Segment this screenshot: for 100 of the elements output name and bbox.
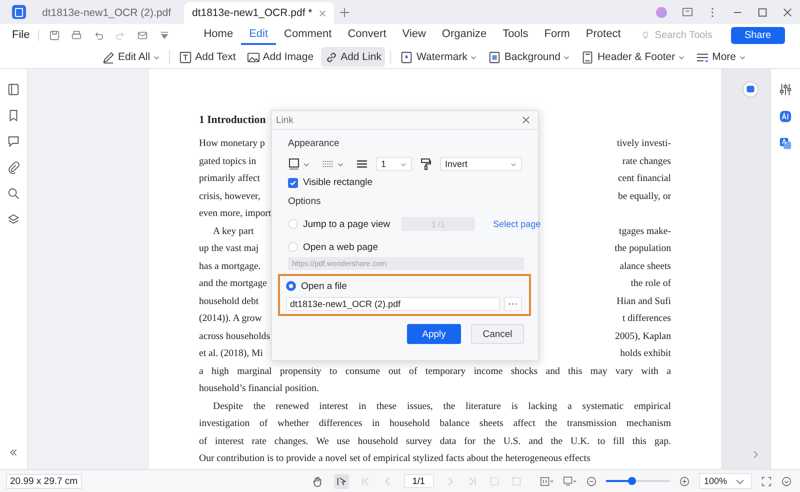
zoom-in-icon[interactable] [678, 476, 690, 486]
apply-button[interactable]: Apply [407, 324, 461, 344]
line-width-select[interactable]: 1 [376, 157, 412, 171]
menu-tab[interactable]: Convert [340, 25, 394, 45]
page-size-label: 20.99 x 29.7 cm [6, 474, 82, 488]
feedback-icon[interactable] [682, 6, 693, 18]
menu-tab[interactable]: Organize [434, 25, 495, 45]
text-fragment: A key part [213, 224, 254, 238]
text-fragment: crisis, however, [199, 190, 260, 204]
file-menu[interactable]: File [12, 29, 39, 41]
text-line: Despite the renewed interest in these issues, the literature is lacking a systematic empirical [212, 400, 671, 414]
add-tab-icon[interactable] [340, 8, 349, 16]
text-fragment: up the vast maj [199, 242, 259, 256]
dialog-title: Link [276, 114, 294, 126]
mail-icon[interactable] [136, 30, 148, 40]
caret-icon [510, 160, 517, 168]
text-fragment: 2005), Kaplan [614, 330, 671, 344]
translate-icon[interactable] [779, 137, 792, 150]
header-footer-icon [581, 50, 594, 64]
document-tab[interactable]: dt1813e-new1_OCR (2).pdf [34, 2, 184, 24]
paint-roller-icon [420, 158, 432, 170]
close-icon[interactable] [319, 10, 326, 16]
more-icon[interactable] [781, 476, 792, 486]
file-path-field[interactable]: dt1813e-new1_OCR (2).pdf [286, 297, 500, 311]
menu-tab[interactable]: Form [536, 25, 578, 45]
toolbar-button[interactable]: Background [484, 47, 574, 67]
text-fragment: Hian and Sufi [616, 294, 671, 308]
square-icon [288, 158, 300, 170]
ellipsis-icon [508, 302, 518, 306]
search-tools-field[interactable]: Search Tools [640, 28, 731, 42]
customize-icon[interactable] [158, 30, 170, 40]
share-button[interactable]: Share [730, 26, 785, 44]
text-fragment: primarily affect [199, 172, 260, 186]
caret-icon [400, 160, 407, 168]
text-fragment: tively investi- [616, 137, 671, 151]
ai-icon[interactable] [779, 110, 792, 123]
properties-icon[interactable] [779, 83, 792, 96]
close-icon[interactable] [522, 116, 530, 124]
text-line: Our contribution is to provide a novel set of empirical stylized facts about the heterogeneous effects [199, 452, 592, 466]
highlight-mode-select[interactable]: Invert [440, 157, 522, 171]
hand-icon[interactable] [312, 476, 323, 486]
lightbulb-icon [640, 30, 650, 40]
text-fragment: the population [614, 242, 671, 256]
scroll-mode-icon[interactable] [562, 476, 577, 486]
cancel-button[interactable]: Cancel [471, 324, 524, 344]
line-width-icon [356, 158, 368, 170]
maximize-icon[interactable] [757, 6, 768, 18]
toolbar-button[interactable]: Add Text [175, 47, 240, 67]
caret-icon [303, 160, 310, 168]
save-icon[interactable] [48, 30, 60, 40]
line-style-dropdown[interactable] [322, 158, 344, 170]
checkbox[interactable] [288, 178, 298, 188]
comment-icon[interactable] [7, 135, 20, 148]
text-line: a high marginal propensity to consume out of temporary income shocks and this may vary with a [199, 364, 671, 378]
text-fragment: cent financial [618, 172, 671, 186]
print-icon[interactable] [70, 30, 82, 40]
expand-icon[interactable] [752, 450, 759, 459]
dashed-lines-icon [322, 158, 334, 170]
search-icon[interactable] [7, 187, 20, 200]
ai-assistant-icon[interactable] [742, 81, 759, 98]
menu-tab[interactable]: Home [196, 25, 242, 45]
border-color-dropdown[interactable] [288, 158, 310, 170]
radio-button[interactable] [286, 281, 296, 291]
select-cursor-icon[interactable] [334, 474, 349, 488]
layers-icon[interactable] [7, 213, 20, 226]
toolbar-button[interactable]: Edit All [98, 47, 164, 67]
menu-tab[interactable]: Tools [494, 25, 536, 45]
toolbar-button[interactable]: Header & Footer [577, 47, 690, 67]
close-icon[interactable] [782, 6, 793, 18]
undo-icon[interactable] [92, 30, 104, 40]
toolbar-button[interactable]: More [692, 47, 750, 67]
menu-tab[interactable]: Comment [276, 25, 340, 45]
document-tab[interactable]: dt1813e-new1_OCR.pdf * [184, 2, 334, 24]
bookmark-icon[interactable] [7, 109, 20, 122]
text-fragment: rate changes [622, 154, 671, 168]
page-view-icon[interactable] [540, 476, 554, 486]
select-page-link[interactable]: Select page [493, 219, 541, 229]
menu-tab[interactable]: View [394, 25, 434, 45]
text-line: investigation of whether differences in household balance sheets affect the transmission mechanism [199, 417, 671, 431]
text-fragment: the role of [630, 277, 671, 291]
toolbar-button[interactable]: Watermark [396, 47, 482, 67]
text-fragment: household debt [199, 294, 259, 308]
text-line: of interest rate changes. We use household survey data for the U.S. and the U.K. to fill this gap. [199, 434, 671, 448]
menu-tab[interactable]: Protect [578, 25, 629, 45]
fit-screen-icon[interactable] [761, 476, 772, 486]
page-field[interactable]: 1/1 [404, 474, 434, 488]
radio-label: Open a web page [303, 242, 378, 252]
panel-icon[interactable] [7, 83, 20, 96]
text-fragment: t differences [622, 312, 671, 326]
toolbar-button[interactable]: Add Image [242, 47, 318, 67]
zoom-dropdown[interactable]: 100% [698, 473, 752, 489]
checkbox-label: Visible rectangle [303, 177, 373, 188]
text-line: household’s financial position. [199, 382, 320, 396]
paperclip-icon[interactable] [7, 161, 20, 174]
image-icon [246, 50, 260, 64]
radio-label: Jump to a page view [303, 218, 390, 230]
section-heading: Appearance [288, 138, 340, 149]
text-line: even more, import [199, 207, 272, 221]
zoom-out-icon[interactable] [586, 476, 597, 486]
toolbar-button[interactable]: Add Link [320, 47, 386, 67]
